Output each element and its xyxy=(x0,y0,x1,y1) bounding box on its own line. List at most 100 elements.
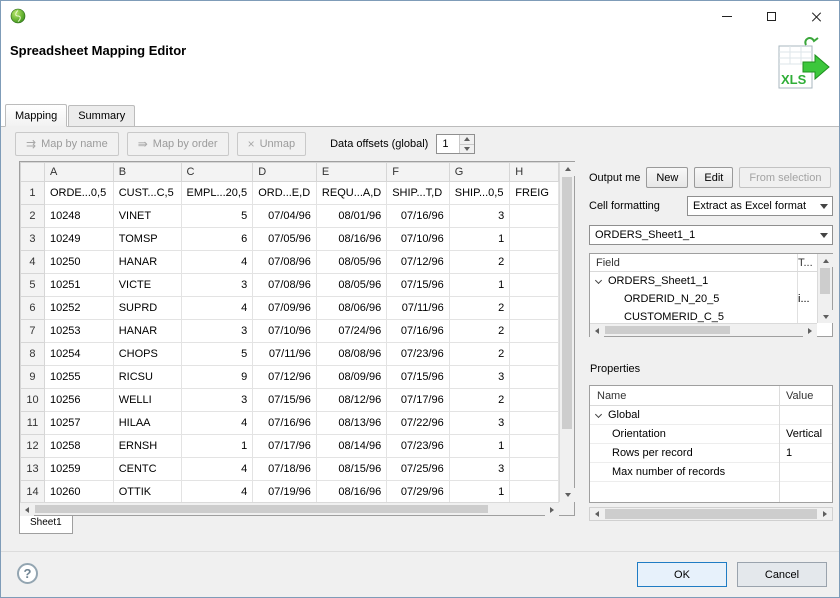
grid-cell[interactable]: 08/08/96 xyxy=(316,343,386,366)
grid-cell[interactable]: 1 xyxy=(449,435,510,458)
grid-cell[interactable]: 07/05/96 xyxy=(253,228,317,251)
grid-cell[interactable]: 3 xyxy=(181,320,253,343)
property-row-max-records[interactable]: Max number of records xyxy=(590,463,832,482)
grid-cell[interactable] xyxy=(510,274,559,297)
row-header-3[interactable]: 3 xyxy=(21,228,45,251)
grid-cell[interactable]: 10254 xyxy=(44,343,113,366)
row-header-6[interactable]: 6 xyxy=(21,297,45,320)
grid-cell[interactable]: 08/05/96 xyxy=(316,274,386,297)
grid-cell[interactable]: VICTE xyxy=(113,274,181,297)
properties-horizontal-scrollbar[interactable] xyxy=(589,507,833,521)
grid-cell[interactable]: FREIG xyxy=(510,182,559,205)
scroll-down-button[interactable] xyxy=(560,488,575,502)
grid-cell[interactable]: ERNSH xyxy=(113,435,181,458)
property-value[interactable]: Vertical xyxy=(780,428,832,440)
grid-cell[interactable]: 07/16/96 xyxy=(387,205,450,228)
grid-cell[interactable]: 3 xyxy=(449,366,510,389)
grid-cell[interactable] xyxy=(510,205,559,228)
close-button[interactable] xyxy=(794,1,839,31)
grid-cell[interactable]: 10250 xyxy=(44,251,113,274)
scrollbar-thumb[interactable] xyxy=(35,505,488,513)
grid-cell[interactable]: 1 xyxy=(181,435,253,458)
grid-cell[interactable] xyxy=(510,389,559,412)
spinner-down-button[interactable] xyxy=(460,144,474,154)
row-header-1[interactable]: 1 xyxy=(21,182,45,205)
map-by-order-button[interactable]: ⇛ Map by order xyxy=(127,132,229,156)
row-header-4[interactable]: 4 xyxy=(21,251,45,274)
row-header-14[interactable]: 14 xyxy=(21,481,45,503)
row-header-2[interactable]: 2 xyxy=(21,205,45,228)
tree-horizontal-scrollbar[interactable] xyxy=(590,323,817,336)
sheet-tab-sheet1[interactable]: Sheet1 xyxy=(19,516,73,534)
grid-cell[interactable]: 07/29/96 xyxy=(387,481,450,503)
grid-cell[interactable]: 4 xyxy=(181,458,253,481)
grid-cell[interactable]: 2 xyxy=(449,251,510,274)
grid-cell[interactable]: 07/15/96 xyxy=(387,274,450,297)
grid-cell[interactable]: 10248 xyxy=(44,205,113,228)
row-header-12[interactable]: 12 xyxy=(21,435,45,458)
map-by-name-button[interactable]: ⇉ Map by name xyxy=(15,132,119,156)
ok-button[interactable]: OK xyxy=(637,562,727,587)
grid-cell[interactable]: WELLI xyxy=(113,389,181,412)
grid-cell[interactable]: 07/10/96 xyxy=(253,320,317,343)
grid-cell[interactable] xyxy=(510,366,559,389)
grid-cell[interactable]: 08/15/96 xyxy=(316,458,386,481)
grid-cell[interactable]: 3 xyxy=(449,458,510,481)
grid-cell[interactable]: 3 xyxy=(181,274,253,297)
column-header-e[interactable]: E xyxy=(316,163,386,182)
column-header-d[interactable]: D xyxy=(253,163,317,182)
grid-cell[interactable]: CENTC xyxy=(113,458,181,481)
cancel-button[interactable]: Cancel xyxy=(737,562,827,587)
tab-summary[interactable]: Summary xyxy=(68,105,135,126)
grid-cell[interactable]: 07/22/96 xyxy=(387,412,450,435)
grid-cell[interactable]: 2 xyxy=(449,320,510,343)
grid-cell[interactable]: 07/16/96 xyxy=(253,412,317,435)
scroll-up-button[interactable] xyxy=(560,162,575,176)
scrollbar-thumb[interactable] xyxy=(605,509,817,519)
grid-cell[interactable]: 07/17/96 xyxy=(253,435,317,458)
grid-cell[interactable]: 10249 xyxy=(44,228,113,251)
property-group-global[interactable]: Global xyxy=(590,406,832,425)
name-column-header[interactable]: Name xyxy=(590,390,780,402)
grid-cell[interactable]: 07/12/96 xyxy=(253,366,317,389)
grid-cell[interactable]: 07/25/96 xyxy=(387,458,450,481)
grid-cell[interactable] xyxy=(510,481,559,503)
grid-cell[interactable]: 10260 xyxy=(44,481,113,503)
grid-cell[interactable] xyxy=(510,435,559,458)
grid-cell[interactable]: 10257 xyxy=(44,412,113,435)
grid-cell[interactable]: HANAR xyxy=(113,320,181,343)
data-offsets-spinner[interactable]: 1 xyxy=(436,134,475,154)
row-header-13[interactable]: 13 xyxy=(21,458,45,481)
grid-corner[interactable] xyxy=(21,163,45,182)
grid-cell[interactable]: 07/11/96 xyxy=(253,343,317,366)
grid-cell[interactable]: ORD...E,D xyxy=(253,182,317,205)
grid-cell[interactable]: 10259 xyxy=(44,458,113,481)
grid-cell[interactable]: 4 xyxy=(181,481,253,503)
grid-cell[interactable] xyxy=(510,251,559,274)
grid-cell[interactable]: 10253 xyxy=(44,320,113,343)
grid-cell[interactable] xyxy=(510,458,559,481)
scrollbar-thumb[interactable] xyxy=(820,268,830,294)
grid-cell[interactable]: SHIP...T,D xyxy=(387,182,450,205)
grid-cell[interactable]: 4 xyxy=(181,297,253,320)
grid-cell[interactable]: 07/15/96 xyxy=(387,366,450,389)
grid-cell[interactable]: 4 xyxy=(181,251,253,274)
grid-cell[interactable]: TOMSP xyxy=(113,228,181,251)
scroll-left-button[interactable] xyxy=(20,503,34,516)
unmap-button[interactable]: × Unmap xyxy=(237,132,306,156)
grid-cell[interactable]: 07/08/96 xyxy=(253,274,317,297)
field-column-header[interactable]: Field xyxy=(590,257,798,269)
grid-cell[interactable]: 5 xyxy=(181,343,253,366)
grid-cell[interactable]: 9 xyxy=(181,366,253,389)
grid-cell[interactable]: 07/24/96 xyxy=(316,320,386,343)
grid-cell[interactable]: RICSU xyxy=(113,366,181,389)
grid-cell[interactable] xyxy=(510,228,559,251)
type-column-header[interactable]: T... xyxy=(798,257,817,269)
grid-cell[interactable]: HANAR xyxy=(113,251,181,274)
grid-cell[interactable]: 07/23/96 xyxy=(387,343,450,366)
cell-formatting-combo[interactable]: Extract as Excel format xyxy=(687,196,833,216)
grid-cell[interactable]: 08/06/96 xyxy=(316,297,386,320)
new-button[interactable]: New xyxy=(646,167,688,188)
grid-cell[interactable]: VINET xyxy=(113,205,181,228)
grid-cell[interactable]: 10258 xyxy=(44,435,113,458)
